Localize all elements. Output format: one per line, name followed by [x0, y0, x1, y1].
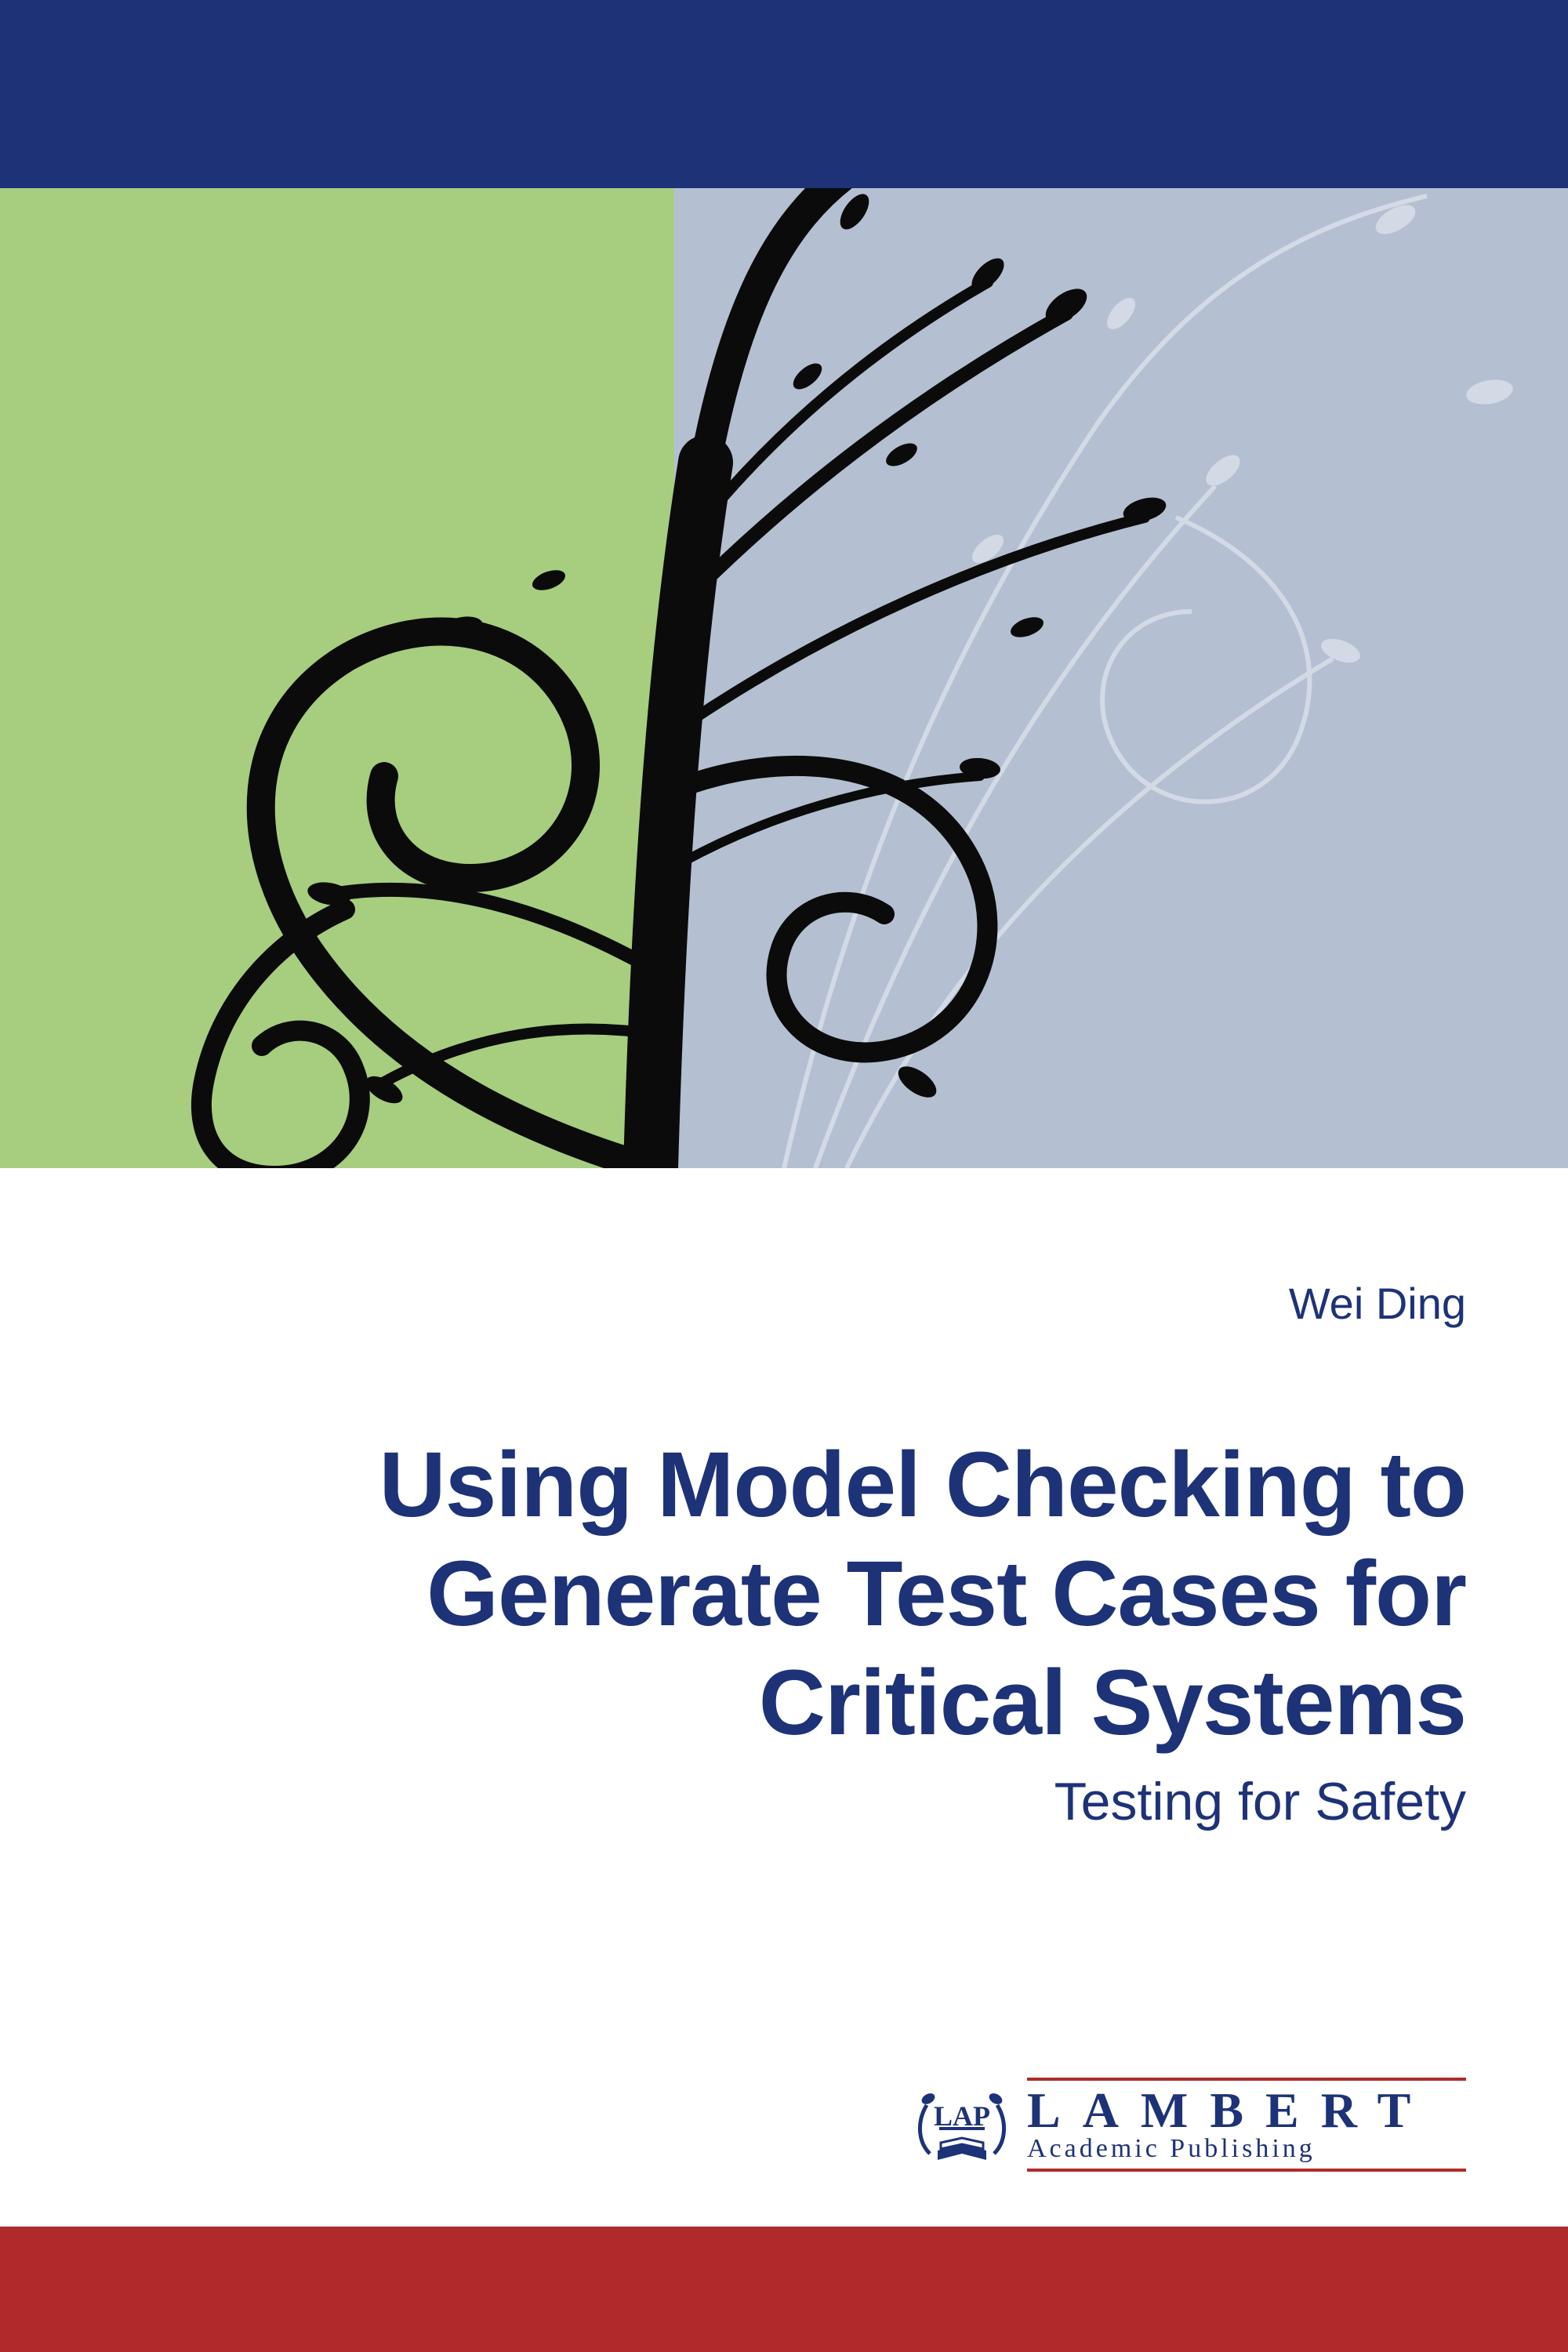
top-navy-bar [0, 0, 1568, 188]
author-name: Wei Ding [102, 1278, 1466, 1329]
publisher-logo: LAP LAMBERT Academic Publishing [911, 2078, 1466, 2172]
title-line-3: Critical Systems [102, 1649, 1466, 1758]
book-title: Using Model Checking to Generate Test Ca… [102, 1431, 1466, 1759]
bottom-red-bar [0, 2227, 1568, 2352]
publisher-rule-top [1027, 2078, 1466, 2081]
book-subtitle: Testing for Safety [102, 1771, 1466, 1832]
publisher-name-block: LAMBERT Academic Publishing [1027, 2078, 1466, 2172]
title-line-2: Generate Test Cases for [102, 1540, 1466, 1649]
lap-emblem-icon: LAP [911, 2082, 1013, 2168]
cover-text-block: Wei Ding Using Model Checking to Generat… [0, 1168, 1568, 1832]
cover-artwork [0, 188, 1568, 1168]
publisher-rule-bottom [1027, 2169, 1466, 2172]
title-line-1: Using Model Checking to [102, 1431, 1466, 1540]
publisher-subtitle: Academic Publishing [1027, 2134, 1466, 2164]
floral-vine-illustration [0, 188, 1568, 1168]
publisher-name: LAMBERT [1027, 2085, 1466, 2136]
